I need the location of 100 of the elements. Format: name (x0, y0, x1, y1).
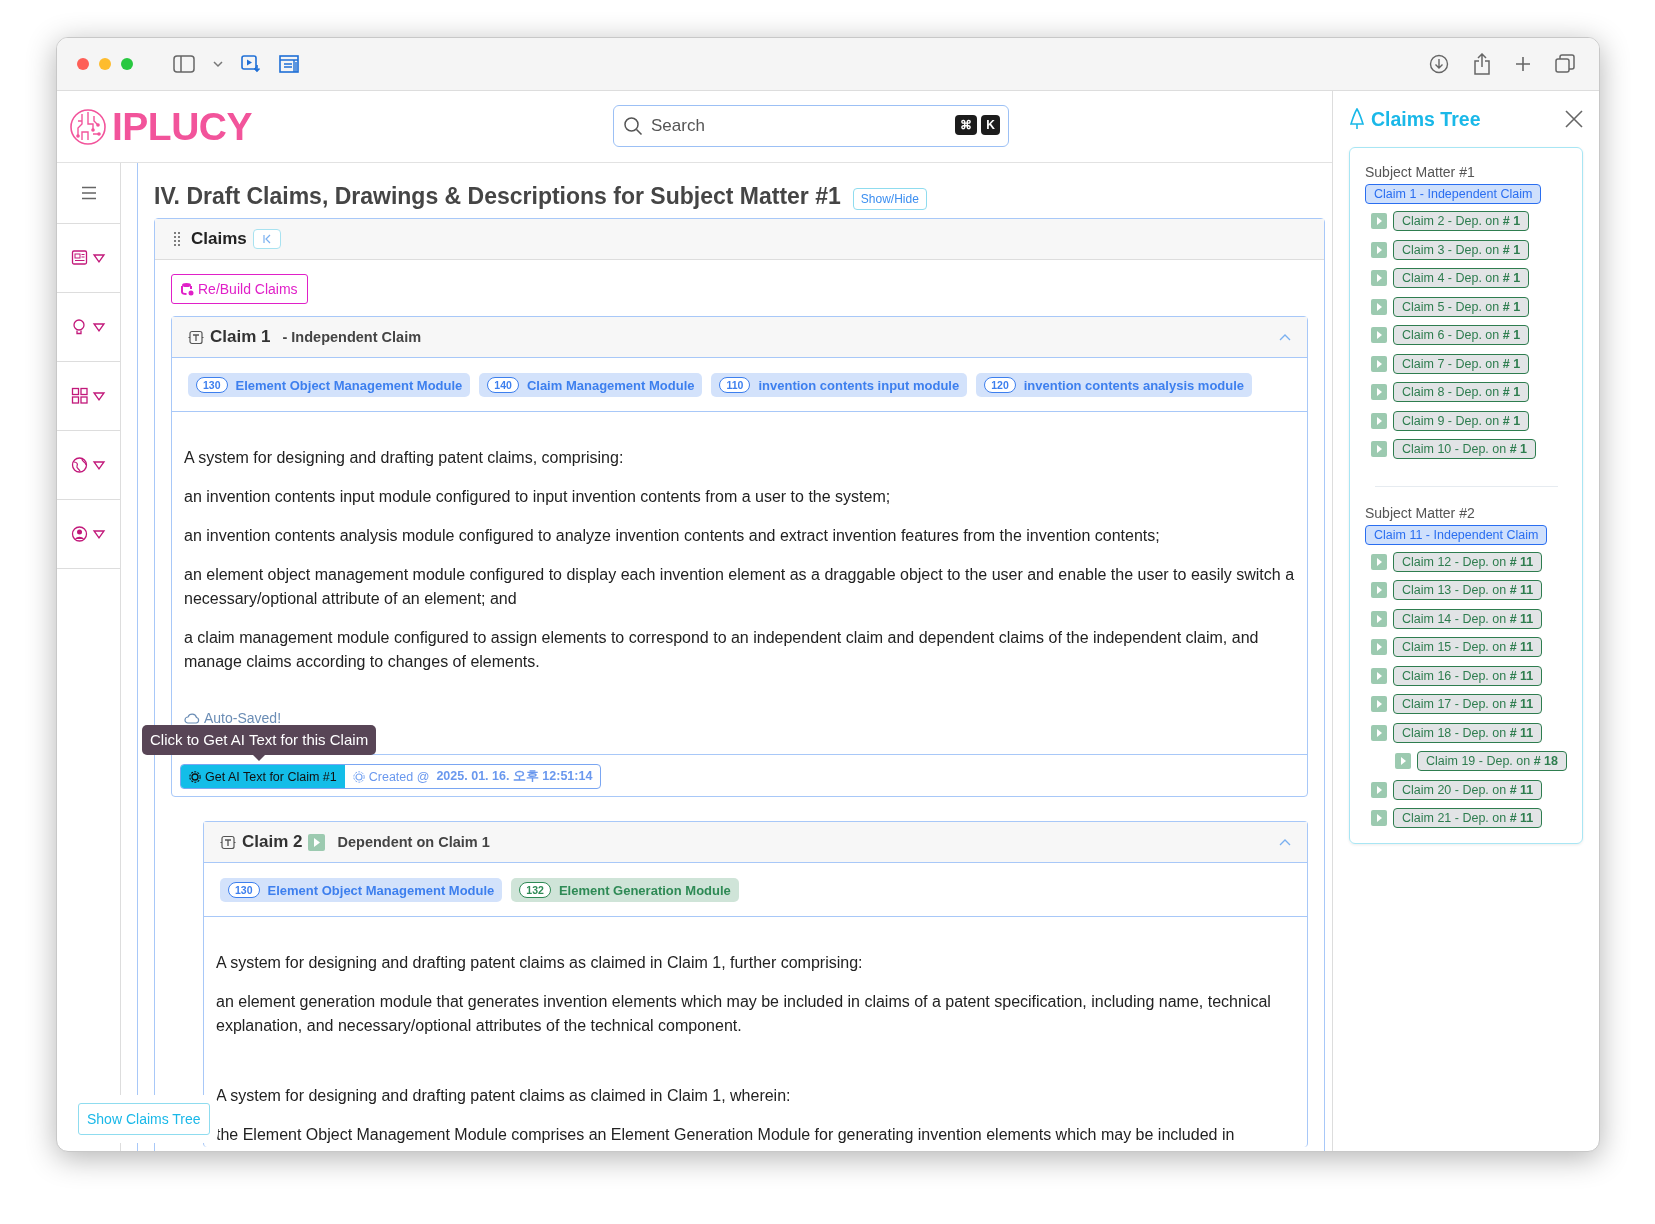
tree-icon (1349, 108, 1365, 130)
dependent-claim-node[interactable]: Claim 10 - Dep. on # 1 (1393, 439, 1537, 460)
dependent-claim-node[interactable]: Claim 9 - Dep. on # 1 (1393, 410, 1530, 431)
dependent-claim-node[interactable]: Claim 3 - Dep. on # 1 (1393, 239, 1530, 260)
close-icon[interactable] (1565, 110, 1583, 128)
dependent-claim-node[interactable]: Claim 19 - Dep. on # 18 (1417, 751, 1568, 772)
play-icon (308, 833, 326, 851)
claim-paragraph: A system for designing and drafting patent claims as claimed in Claim 1, wherein: (216, 1086, 792, 1106)
share-icon[interactable] (1473, 53, 1491, 75)
element-code: 110 (719, 377, 751, 393)
dependent-claim-node[interactable]: Claim 16 - Dep. on # 11 (1393, 665, 1543, 686)
section-title: IV. Draft Claims, Drawings & Descriptions for Subject Matter #1 (154, 183, 841, 210)
element-code: 130 (228, 882, 260, 898)
claim-number: Claim 1 (210, 327, 271, 347)
element-tag[interactable]: 140 Claim Management Module (479, 373, 703, 397)
tabs-icon[interactable] (1555, 54, 1575, 74)
play-icon[interactable] (1371, 355, 1387, 372)
play-icon[interactable] (1371, 553, 1387, 570)
play-icon[interactable] (1395, 753, 1411, 770)
shortcut-key: K (981, 115, 1000, 135)
sidebar-icon[interactable] (173, 55, 195, 73)
play-icon[interactable] (1371, 724, 1387, 741)
element-tag[interactable]: 130 Element Object Management Module (220, 878, 503, 902)
dependent-claim-node[interactable]: Claim 18 - Dep. on # 11 (1393, 722, 1543, 743)
claim-paragraph: an element generation module that generates invention elements which may be included in claims of a patent specification, including name, technical explanation, and necessary/optional attributes of the technical component. (216, 992, 1272, 1036)
globe-menu-icon[interactable] (70, 456, 107, 474)
element-name: invention contents analysis module (1023, 377, 1245, 393)
play-icon[interactable] (1371, 412, 1387, 429)
element-tag[interactable]: 110 invention contents input module (711, 373, 968, 397)
element-tag[interactable]: 130 Element Object Management Module (188, 373, 471, 397)
table-icon[interactable] (279, 55, 299, 73)
rebuild-claims-button[interactable]: Re/Build Claims (171, 274, 308, 304)
play-icon[interactable] (1371, 781, 1387, 798)
dependent-claim-node[interactable]: Claim 7 - Dep. on # 1 (1393, 353, 1530, 374)
gear-icon (189, 770, 201, 783)
dependent-claim-node[interactable]: Claim 21 - Dep. on # 11 (1393, 808, 1543, 829)
element-name: invention contents input module (758, 377, 960, 393)
menu-icon[interactable] (80, 186, 97, 200)
maximize-window-icon[interactable] (121, 58, 133, 70)
document-menu-icon[interactable] (70, 249, 107, 267)
claim-relation: Dependent on Claim 1 (337, 834, 490, 850)
element-tag[interactable]: 132 Element Generation Module (511, 878, 739, 902)
bulb-menu-icon[interactable] (70, 318, 107, 336)
collapse-button[interactable] (252, 229, 281, 249)
play-icon[interactable] (1371, 241, 1387, 258)
chevron-up-icon[interactable] (1279, 838, 1291, 846)
person-menu-icon[interactable] (70, 525, 107, 543)
claim-paragraph: an invention contents analysis module configured to analyze invention contents and extract invention features from the invention contents; (184, 526, 1161, 546)
show-hide-button[interactable]: Show/Hide (852, 187, 927, 210)
dependent-claim-node[interactable]: Claim 20 - Dep. on # 11 (1393, 779, 1543, 800)
play-icon[interactable] (1371, 610, 1387, 627)
subject-matter-title: Subject Matter #1 (1365, 164, 1476, 180)
get-ai-text-button[interactable]: Get AI Text for Claim #1 (181, 765, 345, 788)
dependent-claim-node[interactable]: Claim 2 - Dep. on # 1 (1393, 211, 1530, 232)
download-icon[interactable] (1429, 54, 1449, 74)
element-tag[interactable]: 120 invention contents analysis module (976, 373, 1253, 397)
template-icon (220, 834, 236, 850)
logo-icon (69, 107, 107, 146)
drag-handle-icon[interactable] (173, 231, 181, 247)
grid-menu-icon[interactable] (70, 387, 107, 405)
plus-icon[interactable] (1515, 56, 1531, 72)
gear-icon (352, 770, 365, 783)
play-icon[interactable] (1371, 327, 1387, 344)
minimize-window-icon[interactable] (99, 58, 111, 70)
dependent-claim-node[interactable]: Claim 4 - Dep. on # 1 (1393, 268, 1530, 289)
dependent-claim-node[interactable]: Claim 17 - Dep. on # 11 (1393, 694, 1543, 715)
element-code: 140 (487, 377, 519, 393)
auto-saved-status: Auto-Saved! (204, 710, 282, 726)
close-window-icon[interactable] (77, 58, 89, 70)
play-icon[interactable] (1371, 582, 1387, 599)
dependent-claim-node[interactable]: Claim 14 - Dep. on # 11 (1393, 608, 1543, 629)
dependent-claim-node[interactable]: Claim 15 - Dep. on # 11 (1393, 637, 1543, 658)
play-icon[interactable] (1371, 213, 1387, 230)
dependent-claim-node[interactable]: Claim 12 - Dep. on # 11 (1393, 551, 1543, 572)
dependent-claim-node[interactable]: Claim 6 - Dep. on # 1 (1393, 325, 1530, 346)
subject-matter-title: Subject Matter #2 (1365, 504, 1476, 521)
claim-paragraph: an element object management module configured to display each invention element as a draggable object to the user and enable the user to easily switch a necessary/optional attribute of an element; and (184, 565, 1295, 609)
play-icon[interactable] (1371, 639, 1387, 656)
independent-claim-node[interactable]: Claim 1 - Independent Claim (1365, 184, 1542, 204)
play-icon[interactable] (1371, 298, 1387, 315)
dependent-claim-node[interactable]: Claim 5 - Dep. on # 1 (1393, 296, 1530, 317)
shortcut-key: ⌘ (955, 115, 978, 135)
play-icon[interactable] (1371, 667, 1387, 684)
play-icon[interactable] (1371, 270, 1387, 287)
play-icon[interactable] (1371, 696, 1387, 713)
chevron-up-icon[interactable] (1279, 333, 1291, 341)
chevron-down-icon[interactable] (213, 60, 223, 68)
dependent-claim-node[interactable]: Claim 13 - Dep. on # 11 (1393, 580, 1543, 601)
dependent-claim-node[interactable]: Claim 8 - Dep. on # 1 (1393, 382, 1530, 403)
play-download-icon[interactable] (241, 55, 261, 73)
claims-title: Claims (191, 229, 247, 249)
play-icon[interactable] (1371, 441, 1387, 458)
panel-title: Claims Tree (1371, 107, 1481, 131)
element-code: 120 (984, 377, 1016, 393)
element-code: 130 (196, 377, 228, 393)
logo-text[interactable]: IPLUCY (112, 104, 252, 149)
collapse-left-icon (261, 234, 272, 244)
play-icon[interactable] (1371, 810, 1387, 827)
play-icon[interactable] (1371, 384, 1387, 401)
independent-claim-node[interactable]: Claim 11 - Independent Claim (1365, 524, 1548, 545)
